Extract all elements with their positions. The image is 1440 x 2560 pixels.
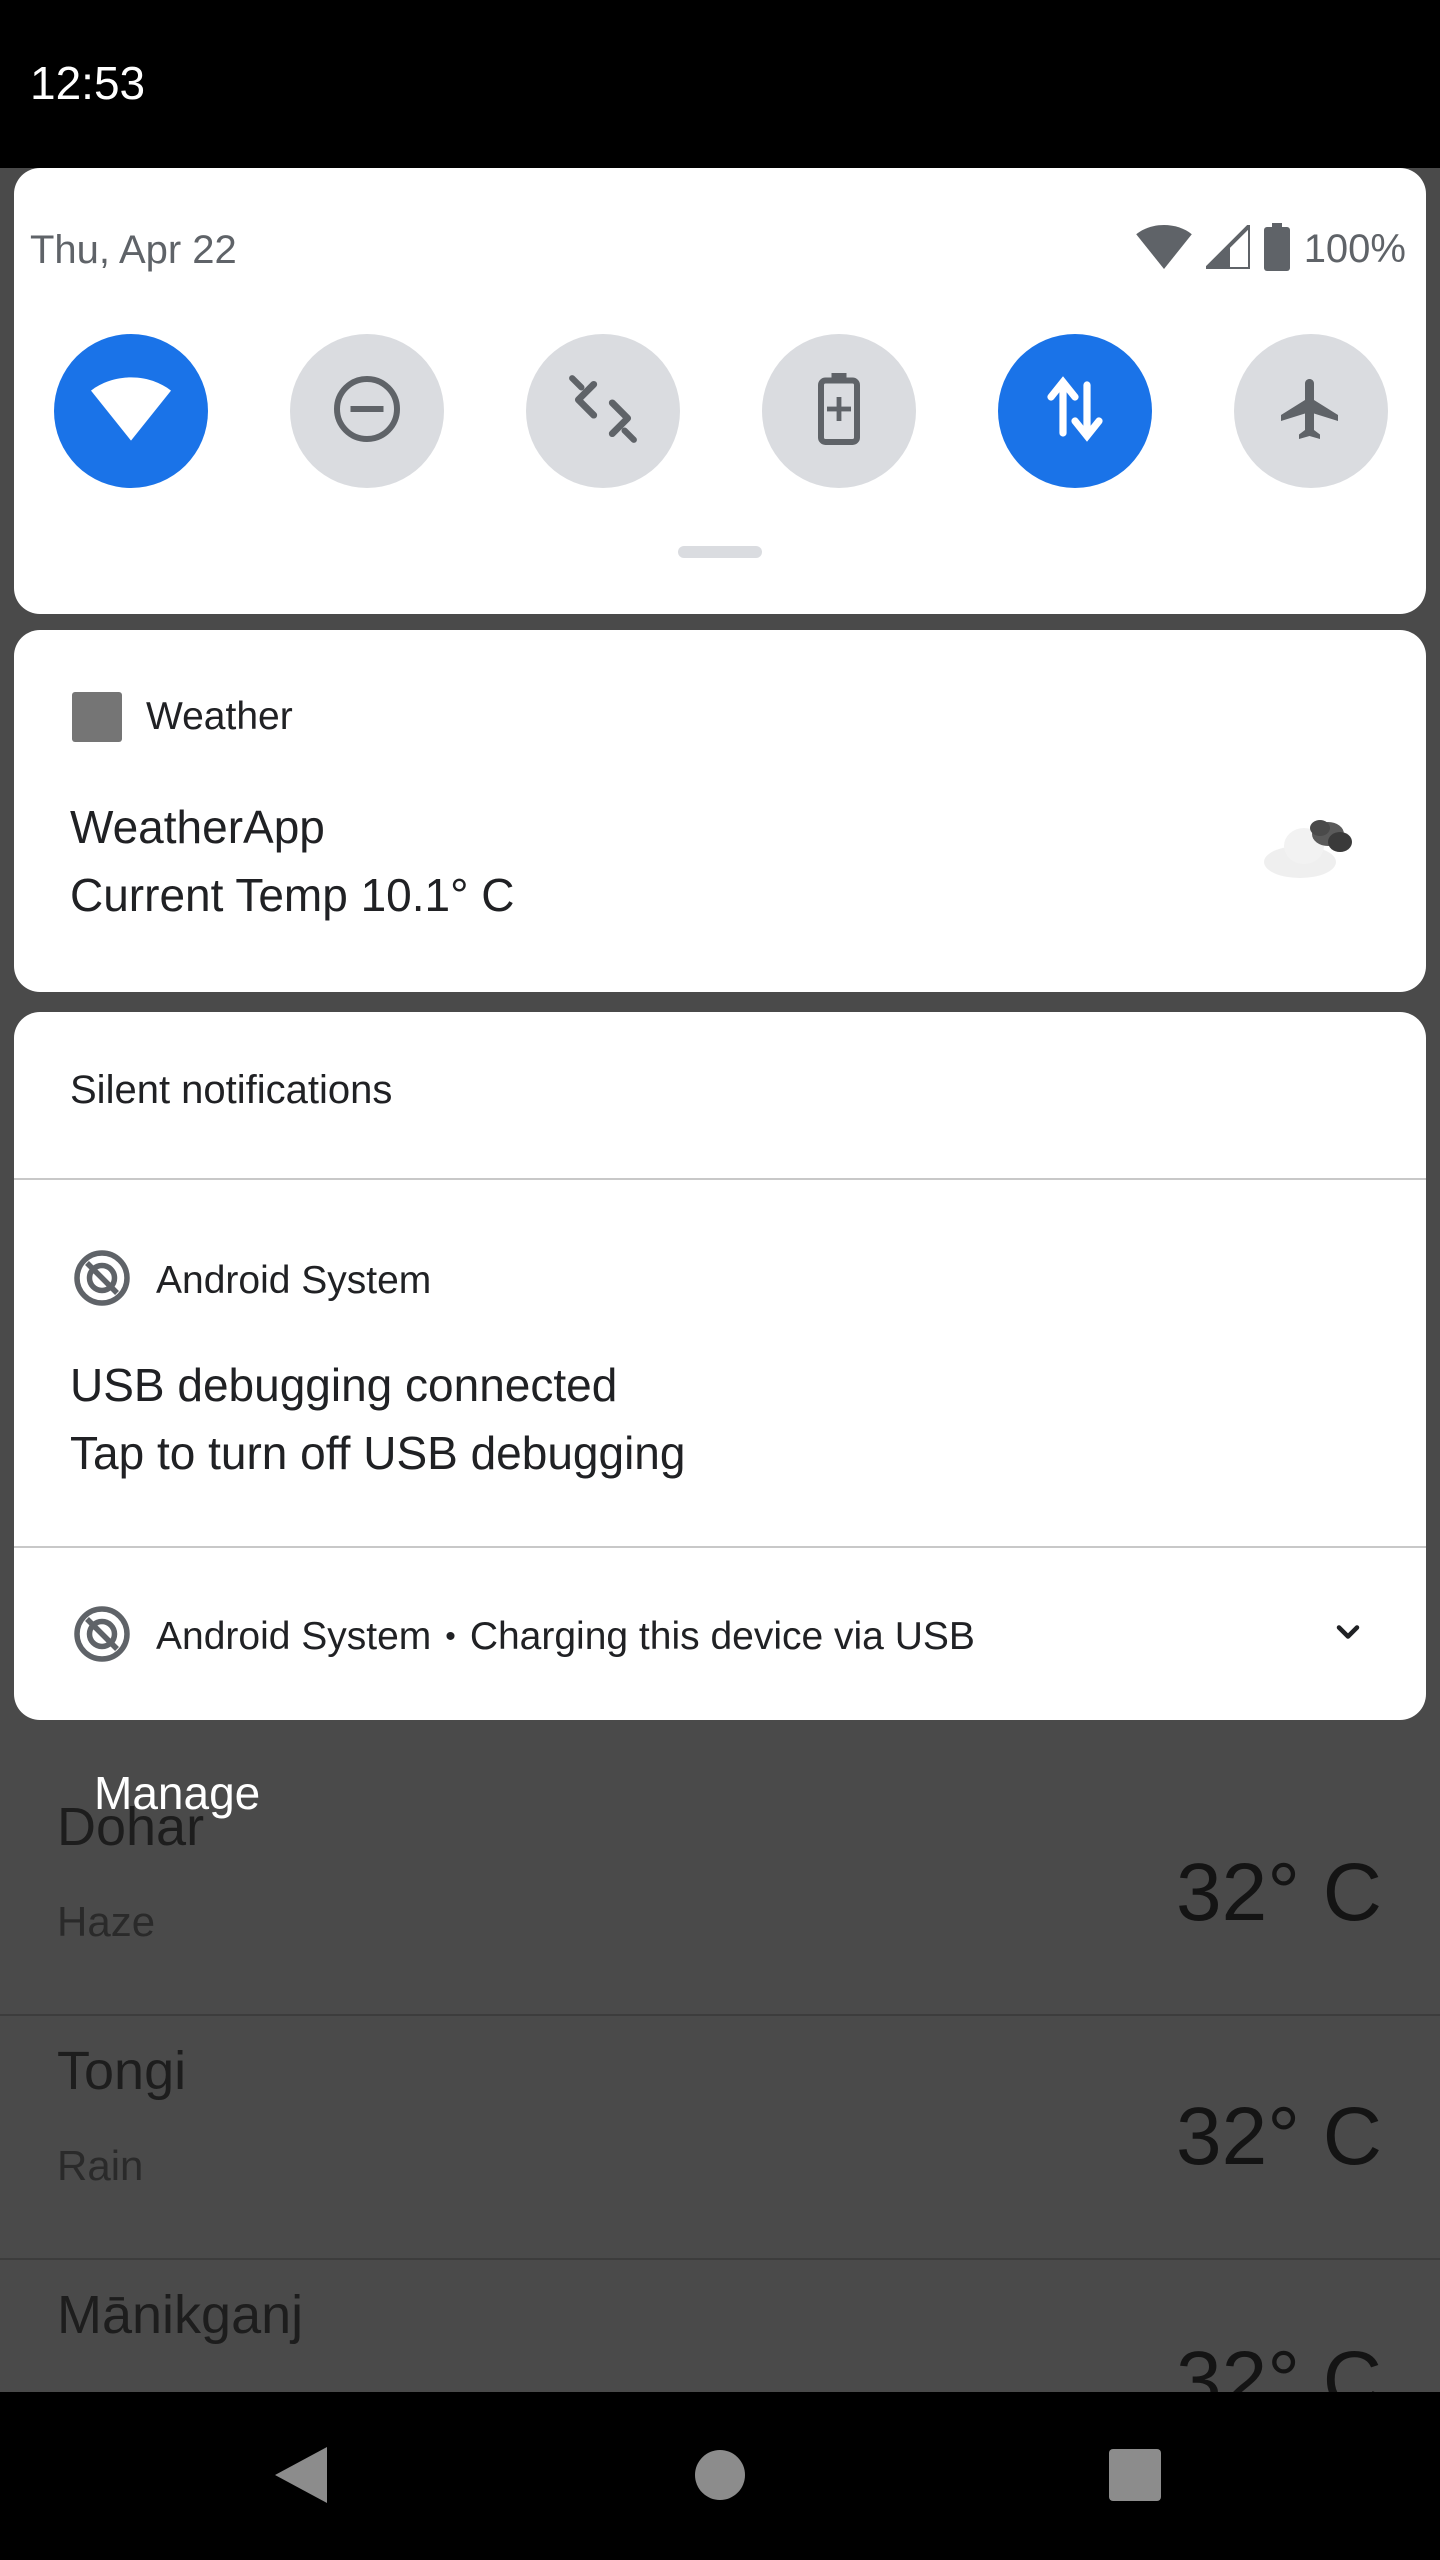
auto-rotate-icon xyxy=(566,372,640,451)
notification-header: Weather xyxy=(72,692,293,742)
weather-app-icon xyxy=(72,692,122,742)
airplane-mode-tile[interactable] xyxy=(1234,334,1388,488)
expand-chevron-icon[interactable] xyxy=(1330,1614,1366,1655)
manage-notifications-button[interactable]: Manage xyxy=(94,1766,260,1820)
airplane-icon xyxy=(1275,373,1347,450)
city-temperature: 32° C xyxy=(1175,1847,1382,1938)
qs-tiles-row xyxy=(54,334,1388,490)
city-temperature: 32° C xyxy=(1175,2091,1382,2182)
city-name: Tongi xyxy=(57,2041,187,2101)
cloud-icon xyxy=(1260,810,1356,887)
wifi-icon xyxy=(91,376,171,446)
battery-percentage: 100% xyxy=(1303,226,1406,271)
wifi-tile[interactable] xyxy=(54,334,208,488)
mobile-data-tile[interactable] xyxy=(998,334,1152,488)
cell-signal-icon xyxy=(1200,219,1252,274)
app-name: Android System xyxy=(156,1614,432,1658)
battery-saver-icon xyxy=(817,372,861,450)
notification-title: USB debugging connected xyxy=(70,1359,618,1411)
silent-notifications-group: Silent notifications Android System USB … xyxy=(14,1012,1426,1720)
weather-notification[interactable]: Weather WeatherApp Current Temp 10.1° C xyxy=(14,630,1426,992)
header-separator: • xyxy=(445,1619,456,1653)
status-bar: 12:53 xyxy=(0,0,1440,168)
screen: Dohar Haze 32° C Tongi Rain 32° C Mānikg… xyxy=(0,0,1440,2560)
android-system-icon xyxy=(72,1248,132,1313)
android-system-icon xyxy=(72,1604,132,1669)
navigation-bar xyxy=(0,2392,1440,2560)
notification-header: Android System • Charging this device vi… xyxy=(72,1604,975,1669)
city-row-tongi[interactable]: Tongi Rain 32° C xyxy=(0,2014,1440,2260)
usb-debugging-notification[interactable]: Android System USB debugging connected T… xyxy=(14,1180,1426,1544)
quick-settings-panel: Thu, Apr 22 100% xyxy=(14,168,1426,614)
battery-saver-tile[interactable] xyxy=(762,334,916,488)
silent-section-label: Silent notifications xyxy=(70,1068,393,1112)
home-button[interactable] xyxy=(675,2432,765,2522)
back-icon xyxy=(271,2443,331,2512)
notification-header: Android System xyxy=(72,1248,431,1313)
home-icon xyxy=(693,2448,747,2507)
city-condition: Haze xyxy=(57,1898,156,1945)
qs-status-icons: 100% xyxy=(1135,219,1406,276)
do-not-disturb-icon xyxy=(331,373,403,450)
app-name: Android System xyxy=(156,1258,432,1302)
app-name: Weather xyxy=(146,695,293,738)
city-name: Mānikganj xyxy=(57,2285,304,2345)
notification-text: Current Temp 10.1° C xyxy=(70,869,515,921)
recents-button[interactable] xyxy=(1090,2432,1180,2522)
recents-icon xyxy=(1108,2448,1162,2507)
notification-text: Charging this device via USB xyxy=(469,1614,975,1658)
battery-icon xyxy=(1263,222,1290,276)
notification-title: WeatherApp xyxy=(70,801,325,853)
city-condition: Rain xyxy=(57,2142,144,2189)
do-not-disturb-tile[interactable] xyxy=(290,334,444,488)
wifi-signal-icon xyxy=(1135,224,1192,274)
auto-rotate-tile[interactable] xyxy=(526,334,680,488)
charging-notification[interactable]: Android System • Charging this device vi… xyxy=(14,1548,1426,1720)
notification-text: Tap to turn off USB debugging xyxy=(70,1427,686,1479)
qs-expand-handle[interactable] xyxy=(678,546,762,558)
back-button[interactable] xyxy=(256,2432,346,2522)
mobile-data-icon xyxy=(1043,373,1107,450)
qs-date[interactable]: Thu, Apr 22 xyxy=(30,228,237,273)
clock: 12:53 xyxy=(30,57,146,109)
